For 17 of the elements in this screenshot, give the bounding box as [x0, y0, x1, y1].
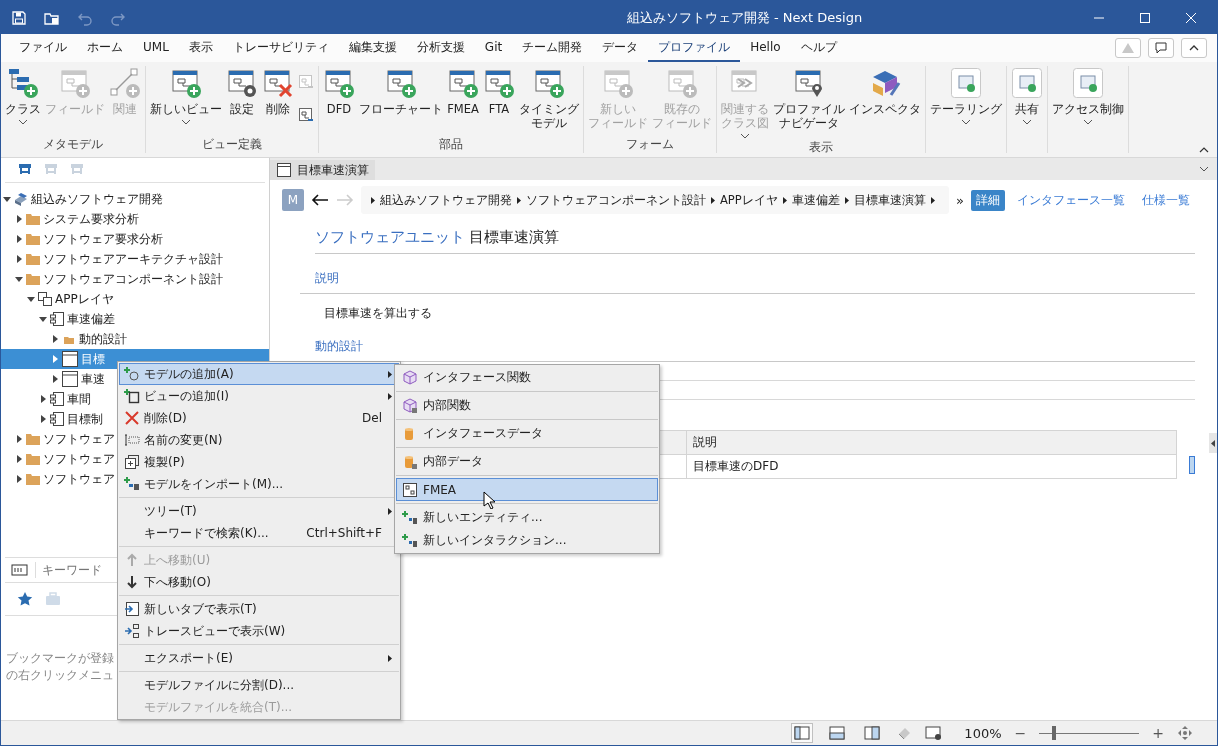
zoom-level: 100%: [964, 725, 1002, 741]
table-header: 説明: [686, 430, 1177, 455]
bookmark-hint: ブックマークが登録: [6, 650, 114, 667]
model-name: 目標車速演算: [469, 228, 559, 247]
table-cell: 目標車速のDFD: [686, 454, 1177, 479]
ribbon-group-label: フォーム: [625, 137, 675, 153]
ribbon-group-label: 表示: [808, 140, 834, 156]
ribbon-group-label: メタモデル: [42, 137, 104, 153]
window-title: 組込みソフトウェア開発 - Next Design: [625, 8, 863, 27]
section-text: 目標車速を算出する: [323, 305, 433, 322]
shortcut-text: Ctrl+Shift+F: [306, 526, 382, 540]
section-title: 説明: [300, 254, 1195, 294]
shortcut-text: Del: [362, 411, 382, 425]
ribbon-group-label: 部品: [438, 137, 464, 153]
ribbon-group-label: ビュー定義: [201, 137, 263, 153]
model-type: ソフトウェアユニット: [315, 228, 465, 247]
bookmark-hint: の右クリックメニュ: [6, 667, 114, 684]
